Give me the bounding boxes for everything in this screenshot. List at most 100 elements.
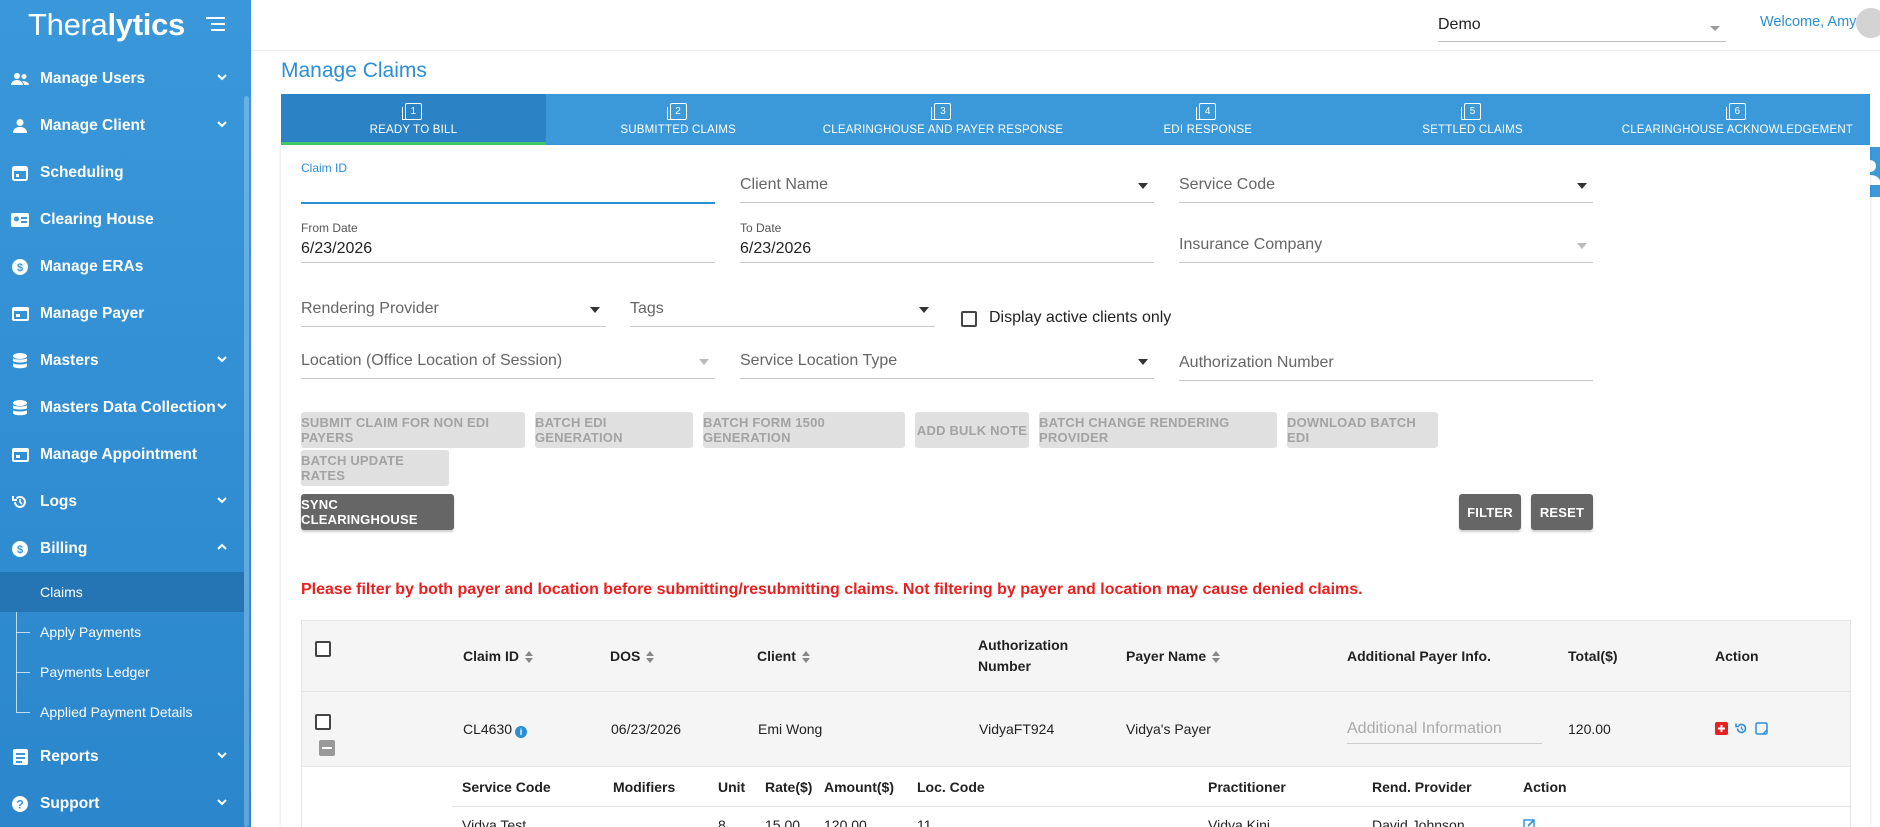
select-all-checkbox[interactable] (315, 641, 331, 657)
batch-edi-button[interactable]: BATCH EDI GENERATION (535, 412, 693, 448)
logo[interactable]: Theralytics (28, 7, 185, 43)
sidebar-item-label: Manage Appointment (40, 445, 198, 463)
chevron-down-icon (217, 497, 227, 504)
additional-info-input[interactable]: Additional Information (1347, 716, 1542, 744)
batch-form-1500-button[interactable]: BATCH FORM 1500 GENERATION (703, 412, 905, 448)
subheader-practitioner: Practitioner (1208, 779, 1286, 795)
claim-id-input[interactable]: Claim ID (301, 159, 715, 204)
field-placeholder: Insurance Company (1179, 236, 1323, 253)
location-select[interactable]: Location (Office Location of Session) (301, 335, 715, 379)
sidebar-subitem-claims[interactable]: Claims (0, 572, 244, 612)
database-icon (10, 351, 30, 371)
tags-select[interactable]: Tags (630, 283, 935, 327)
table-header: Claim ID DOS Client Authorization Number … (302, 620, 1850, 692)
sidebar-item-manage-payer[interactable]: Manage Payer (0, 290, 244, 337)
tab-settled-claims[interactable]: 5 SETTLED CLAIMS (1340, 94, 1605, 145)
sidebar-item-logs[interactable]: Logs (0, 478, 244, 525)
sidebar-scrollbar[interactable] (244, 96, 249, 827)
report-icon (10, 747, 30, 767)
submit-non-edi-button[interactable]: SUBMIT CLAIM FOR NON EDI PAYERS (301, 412, 525, 448)
tab-clearinghouse-payer-response[interactable]: 3 CLEARINGHOUSE AND PAYER RESPONSE (811, 94, 1076, 145)
subheader-loc-code: Loc. Code (917, 779, 985, 795)
header-claim-id[interactable]: Claim ID (463, 646, 534, 667)
add-bulk-note-button[interactable]: ADD BULK NOTE (915, 412, 1029, 448)
sidebar-item-support[interactable]: ? Support (0, 780, 244, 827)
client-name-select[interactable]: Client Name (740, 159, 1154, 203)
field-label: To Date (740, 221, 782, 235)
sort-icon (801, 651, 810, 664)
active-clients-label[interactable]: Display active clients only (989, 309, 1171, 327)
svg-text:$: $ (17, 544, 23, 556)
field-placeholder: Service Location Type (740, 352, 898, 369)
header-label: Number (978, 658, 1031, 674)
sidebar-item-billing[interactable]: $ Billing (0, 525, 244, 572)
window-icon (10, 304, 30, 324)
welcome-text[interactable]: Welcome, Amy (1760, 14, 1856, 30)
sidebar-item-manage-users[interactable]: Manage Users (0, 55, 244, 102)
edit-icon[interactable] (1523, 818, 1536, 827)
header-additional-payer-info: Additional Payer Info. (1347, 648, 1491, 664)
sidebar-subitem-apply-payments[interactable]: Apply Payments (0, 612, 244, 652)
sidebar-item-manage-appointment[interactable]: Manage Appointment (0, 431, 244, 478)
batch-change-rendering-provider-button[interactable]: BATCH CHANGE RENDERING PROVIDER (1039, 412, 1277, 448)
add-icon[interactable] (1715, 722, 1728, 735)
tab-ready-to-bill[interactable]: 1 READY TO BILL (281, 94, 546, 145)
sidebar-item-label: Manage Client (40, 116, 146, 134)
sidebar-item-masters-data-collection[interactable]: Masters Data Collection (0, 384, 244, 431)
tab-label: CLEARINGHOUSE ACKNOWLEDGEMENT (1621, 124, 1854, 136)
authorization-number-input[interactable]: Authorization Number (1179, 337, 1593, 381)
note-icon[interactable] (1755, 722, 1768, 735)
sidebar-item-clearing-house[interactable]: Clearing House (0, 196, 244, 243)
claim-tabs: 1 READY TO BILL 2 SUBMITTED CLAIMS 3 CLEARI… (281, 94, 1870, 145)
sidebar-item-scheduling[interactable]: Scheduling (0, 149, 244, 196)
sidebar-item-reports[interactable]: Reports (0, 733, 244, 780)
sync-clearinghouse-button[interactable]: SYNC CLEARINGHOUSE (301, 494, 454, 530)
filter-button[interactable]: FILTER (1459, 494, 1521, 530)
history-icon[interactable] (1735, 722, 1748, 735)
from-date-input[interactable]: From Date 6/23/2026 (301, 219, 715, 263)
menu-toggle-icon[interactable] (206, 17, 225, 33)
field-placeholder: Location (Office Location of Session) (301, 352, 563, 369)
dropdown-arrow-icon (1577, 183, 1587, 189)
cell-practitioner: Vidya Kini (1208, 817, 1271, 827)
sidebar-item-label: Scheduling (40, 163, 124, 181)
tab-submitted-claims[interactable]: 2 SUBMITTED CLAIMS (546, 94, 811, 145)
collapse-row-icon[interactable] (319, 740, 335, 756)
sidebar-item-label: Support (40, 794, 100, 812)
active-clients-checkbox[interactable] (961, 311, 977, 327)
cell-dos: 06/23/2026 (611, 721, 682, 737)
tab-label: CLEARINGHOUSE AND PAYER RESPONSE (822, 124, 1064, 136)
sidebar-subitem-payments-ledger[interactable]: Payments Ledger (0, 652, 244, 692)
batch-update-rates-button[interactable]: BATCH UPDATE RATES (301, 450, 449, 486)
sidebar-item-manage-client[interactable]: Manage Client (0, 102, 244, 149)
avatar[interactable] (1856, 8, 1880, 38)
id-card-icon (10, 210, 30, 230)
tab-number-icon: 3 (931, 103, 952, 120)
info-icon[interactable]: i (515, 726, 528, 738)
sidebar-subitem-applied-payment-details[interactable]: Applied Payment Details (0, 692, 244, 732)
download-batch-edi-button[interactable]: DOWNLOAD BATCH EDI (1287, 412, 1438, 448)
tab-clearinghouse-acknowledgement[interactable]: 6 CLEARINGHOUSE ACKNOWLEDGEMENT (1605, 94, 1870, 145)
chevron-down-icon (217, 752, 227, 759)
dollar-circle-icon: $ (10, 539, 30, 559)
header-dos[interactable]: DOS (610, 646, 655, 667)
organization-select[interactable]: Demo (1438, 8, 1726, 42)
sidebar-item-manage-eras[interactable]: $ Manage ERAs (0, 243, 244, 290)
header-client[interactable]: Client (757, 646, 810, 667)
tab-number-icon: 2 (666, 103, 687, 120)
rendering-provider-select[interactable]: Rendering Provider (301, 283, 606, 327)
field-placeholder: Client Name (740, 176, 829, 193)
tab-edi-response[interactable]: 4 EDI RESPONSE (1075, 94, 1340, 145)
header-payer-name[interactable]: Payer Name (1126, 646, 1221, 667)
dropdown-arrow-icon (699, 359, 709, 365)
to-date-input[interactable]: To Date 6/23/2026 (740, 219, 1154, 263)
service-code-select[interactable]: Service Code (1179, 159, 1593, 203)
insurance-company-select[interactable]: Insurance Company (1179, 219, 1593, 263)
reset-button[interactable]: RESET (1531, 494, 1593, 530)
sidebar-item-masters[interactable]: Masters (0, 337, 244, 384)
service-location-type-select[interactable]: Service Location Type (740, 335, 1154, 379)
row-checkbox[interactable] (315, 714, 331, 730)
tab-number-icon: 1 (401, 103, 422, 120)
sidebar-item-label: Billing (40, 539, 88, 557)
help-icon: ? (10, 794, 30, 814)
